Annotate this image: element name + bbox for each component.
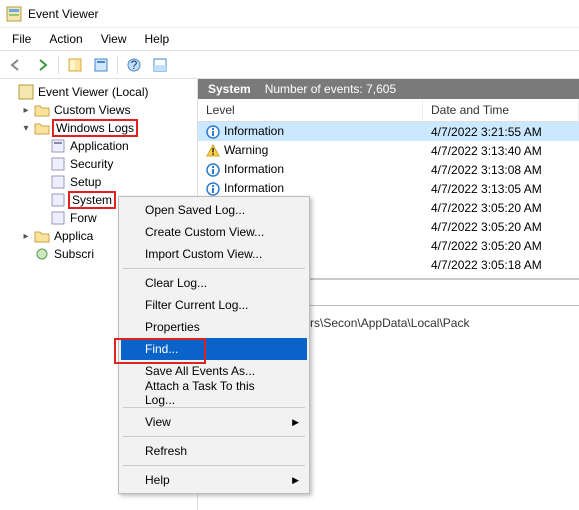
ctx-separator xyxy=(123,268,305,269)
tree-root-label: Event Viewer (Local) xyxy=(36,85,151,99)
tree-app-services-label: Applica xyxy=(52,229,95,243)
show-action-pane-button[interactable] xyxy=(63,54,87,76)
cell-datetime: 4/7/2022 3:05:20 AM xyxy=(423,220,579,234)
cell-level: Information xyxy=(198,181,423,196)
ctx-attach-task[interactable]: Attach a Task To this Log... xyxy=(121,382,307,404)
expander-collapsed-icon[interactable]: ▸ xyxy=(20,105,32,116)
chevron-right-icon: ▶ xyxy=(292,475,299,486)
tree-application-label: Application xyxy=(68,139,131,153)
tree-security-label: Security xyxy=(68,157,115,171)
info-icon xyxy=(206,182,220,196)
ctx-refresh[interactable]: Refresh xyxy=(121,440,307,462)
folder-icon xyxy=(34,228,50,244)
expander-collapsed-icon[interactable]: ▸ xyxy=(20,231,32,242)
help-button[interactable]: ? xyxy=(122,54,146,76)
tree-application[interactable]: Application xyxy=(2,137,195,155)
svg-text:?: ? xyxy=(131,58,138,72)
events-count-label: Number of events: 7,605 xyxy=(265,82,396,96)
title-bar: Event Viewer xyxy=(0,0,579,28)
menu-view[interactable]: View xyxy=(93,30,135,48)
cell-datetime: 4/7/2022 3:13:08 AM xyxy=(423,163,579,177)
ctx-view[interactable]: View▶ xyxy=(121,411,307,433)
ctx-help[interactable]: Help▶ xyxy=(121,469,307,491)
folder-icon xyxy=(34,120,50,136)
tree-setup-label: Setup xyxy=(68,175,103,189)
warning-icon xyxy=(206,144,220,158)
properties-button[interactable] xyxy=(89,54,113,76)
expander-expanded-icon[interactable]: ▾ xyxy=(20,123,32,134)
ctx-clear-log[interactable]: Clear Log... xyxy=(121,272,307,294)
log-header: System Number of events: 7,605 xyxy=(198,79,579,99)
ctx-properties[interactable]: Properties xyxy=(121,316,307,338)
cell-level: Warning xyxy=(198,143,423,158)
subscriptions-icon xyxy=(34,246,50,262)
log-icon xyxy=(50,192,66,208)
forward-button[interactable] xyxy=(30,54,54,76)
cell-level: Information xyxy=(198,162,423,177)
info-icon xyxy=(206,125,220,139)
cell-datetime: 4/7/2022 3:05:20 AM xyxy=(423,201,579,215)
ctx-separator xyxy=(123,436,305,437)
tree-security[interactable]: Security xyxy=(2,155,195,173)
log-icon xyxy=(50,210,66,226)
cell-datetime: 4/7/2022 3:21:55 AM xyxy=(423,125,579,139)
cell-datetime: 4/7/2022 3:05:18 AM xyxy=(423,258,579,272)
log-icon xyxy=(50,174,66,190)
window-title: Event Viewer xyxy=(28,7,98,21)
tree-custom-views[interactable]: ▸ Custom Views xyxy=(2,101,195,119)
tree-setup[interactable]: Setup xyxy=(2,173,195,191)
log-header-title: System xyxy=(208,82,251,96)
menu-action[interactable]: Action xyxy=(41,30,90,48)
tree-forwarded-label: Forw xyxy=(68,211,99,225)
context-menu: Open Saved Log... Create Custom View... … xyxy=(118,196,310,494)
ctx-find[interactable]: Find... xyxy=(121,338,307,360)
menu-bar: File Action View Help xyxy=(0,28,579,50)
cell-datetime: 4/7/2022 3:13:05 AM xyxy=(423,182,579,196)
log-icon xyxy=(50,156,66,172)
app-icon xyxy=(6,6,22,22)
back-button[interactable] xyxy=(4,54,28,76)
table-row[interactable]: Information4/7/2022 3:21:55 AM xyxy=(198,122,579,141)
table-row[interactable]: Information4/7/2022 3:13:08 AM xyxy=(198,160,579,179)
tree-custom-views-label: Custom Views xyxy=(52,103,132,117)
column-date[interactable]: Date and Time xyxy=(423,99,579,121)
ctx-separator xyxy=(123,465,305,466)
tree-system-label: System xyxy=(68,191,116,209)
info-icon xyxy=(206,163,220,177)
grid-header: Level Date and Time xyxy=(198,99,579,122)
tree-windows-logs[interactable]: ▾ Windows Logs xyxy=(2,119,195,137)
log-icon xyxy=(50,138,66,154)
menu-help[interactable]: Help xyxy=(137,30,178,48)
ctx-filter-log[interactable]: Filter Current Log... xyxy=(121,294,307,316)
cell-datetime: 4/7/2022 3:05:20 AM xyxy=(423,239,579,253)
tree-root[interactable]: Event Viewer (Local) xyxy=(2,83,195,101)
cell-level: Information xyxy=(198,124,423,139)
table-row[interactable]: Warning4/7/2022 3:13:40 AM xyxy=(198,141,579,160)
ctx-separator xyxy=(123,407,305,408)
ctx-open-saved-log[interactable]: Open Saved Log... xyxy=(121,199,307,221)
tree-windows-logs-label: Windows Logs xyxy=(52,119,138,137)
menu-file[interactable]: File xyxy=(4,30,39,48)
column-level[interactable]: Level xyxy=(198,99,423,121)
ctx-create-custom-view[interactable]: Create Custom View... xyxy=(121,221,307,243)
folder-icon xyxy=(34,102,50,118)
tree-subscriptions-label: Subscri xyxy=(52,247,96,261)
toolbar: ? xyxy=(0,51,579,79)
cell-datetime: 4/7/2022 3:13:40 AM xyxy=(423,144,579,158)
ctx-import-custom-view[interactable]: Import Custom View... xyxy=(121,243,307,265)
preview-pane-button[interactable] xyxy=(148,54,172,76)
eventviewer-icon xyxy=(18,84,34,100)
chevron-right-icon: ▶ xyxy=(292,417,299,428)
